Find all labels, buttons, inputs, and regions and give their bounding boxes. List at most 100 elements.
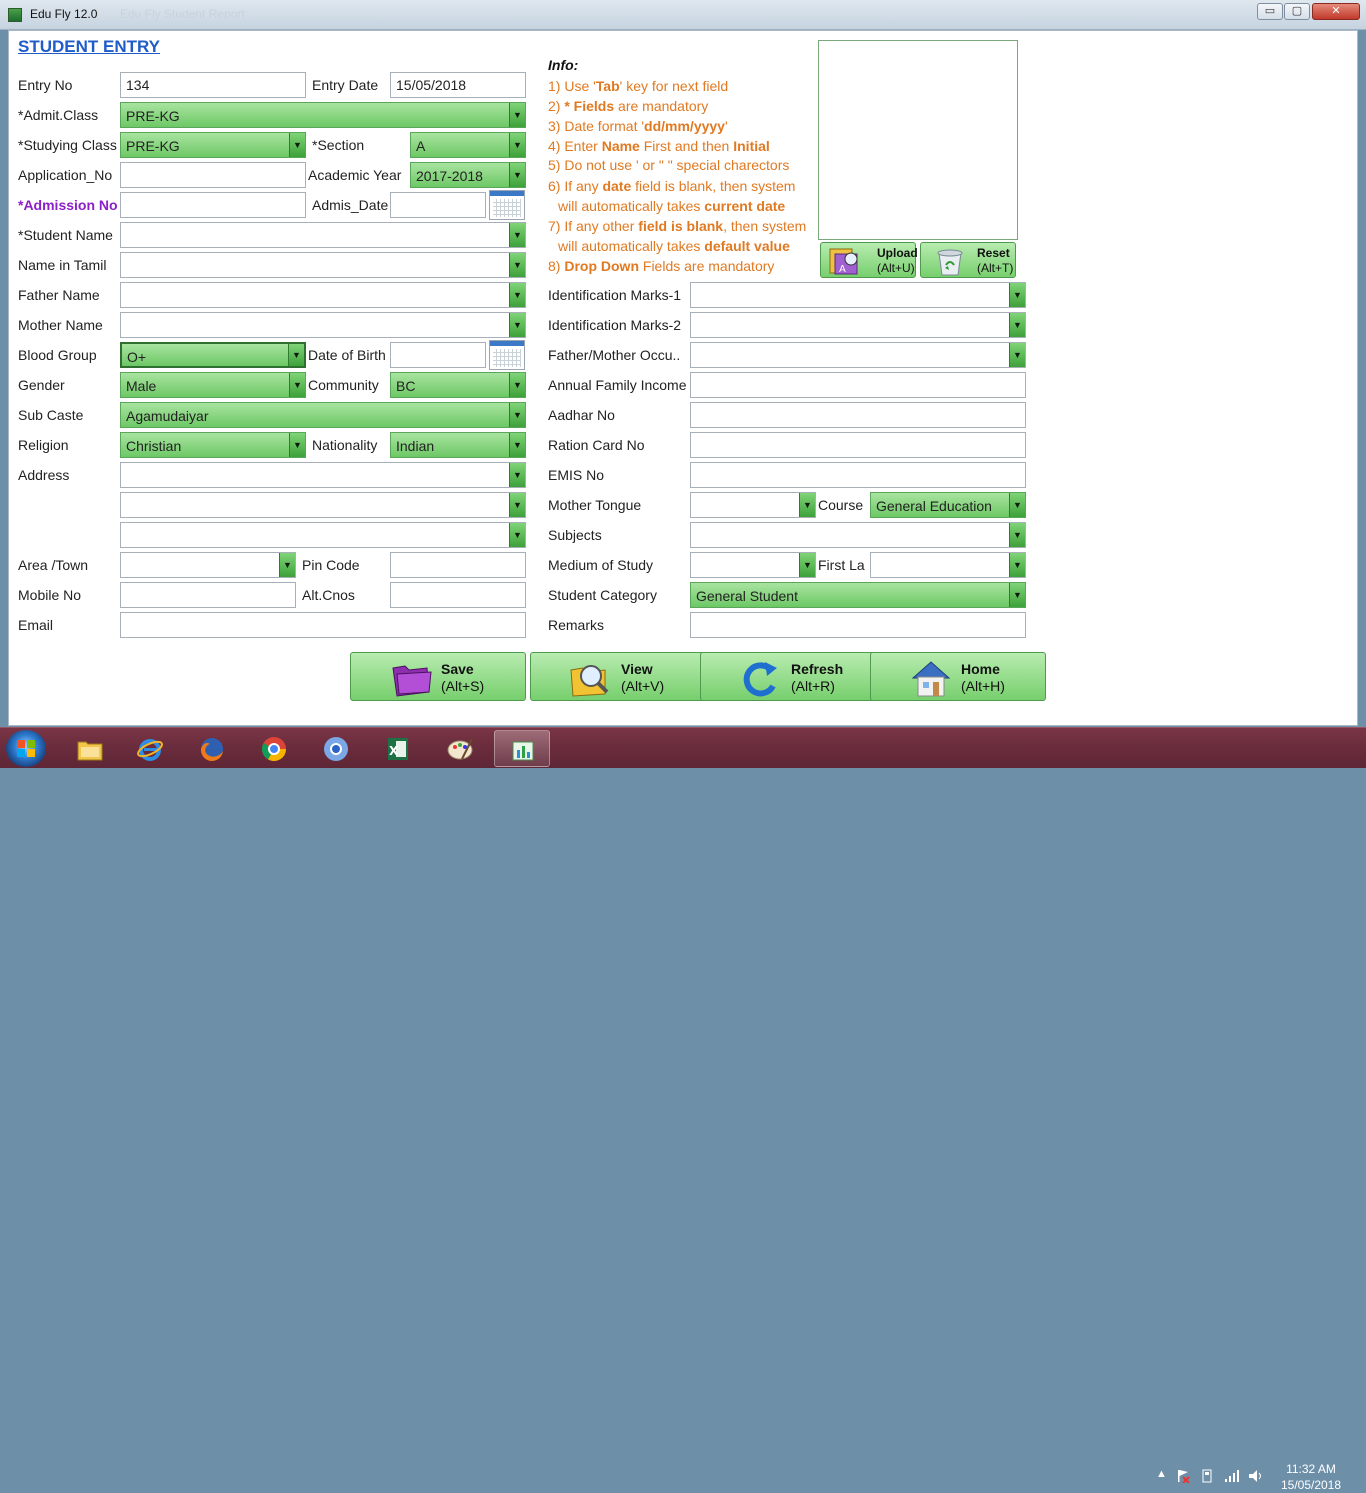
religion-dropdown[interactable]: Christian ▼ (120, 432, 306, 458)
blood-group-dropdown[interactable]: O+ ▼ (120, 342, 306, 368)
chevron-down-icon[interactable]: ▼ (1009, 583, 1025, 607)
chevron-down-icon[interactable]: ▼ (509, 103, 525, 127)
taskbar-firefox[interactable] (184, 730, 240, 767)
taskbar-chromium[interactable] (308, 730, 364, 767)
maximize-button[interactable]: ▢ (1284, 3, 1310, 20)
academic-year-dropdown[interactable]: 2017-2018 ▼ (410, 162, 526, 188)
student-name-combo[interactable]: ▼ (120, 222, 526, 248)
reset-button[interactable]: Reset (Alt+T) (920, 242, 1016, 278)
save-button[interactable]: Save (Alt+S) (350, 652, 526, 701)
address-line3-combo[interactable]: ▼ (120, 522, 526, 548)
chevron-down-icon[interactable]: ▼ (289, 133, 305, 157)
identification-marks-2-combo[interactable]: ▼ (690, 312, 1026, 338)
chevron-down-icon[interactable]: ▼ (509, 283, 525, 307)
studying-class-value: PRE-KG (126, 138, 180, 154)
email-field[interactable] (120, 612, 526, 638)
taskbar-internet-explorer[interactable] (122, 730, 178, 767)
usb-device-icon[interactable] (1200, 1469, 1214, 1483)
mobile-no-field[interactable] (120, 582, 296, 608)
chevron-down-icon[interactable]: ▼ (289, 433, 305, 457)
address-line2-combo[interactable]: ▼ (120, 492, 526, 518)
mother-tongue-combo[interactable]: ▼ (690, 492, 816, 518)
taskbar-chrome[interactable] (246, 730, 302, 767)
community-label: Community (308, 377, 379, 393)
entry-no-field[interactable]: 134 (120, 72, 306, 98)
chevron-down-icon[interactable]: ▼ (509, 313, 525, 337)
entry-date-field[interactable]: 15/05/2018 (390, 72, 526, 98)
chevron-down-icon[interactable]: ▼ (509, 223, 525, 247)
chevron-down-icon[interactable]: ▼ (799, 493, 815, 517)
studying-class-label: *Studying Class (18, 137, 117, 153)
admis-date-field[interactable] (390, 192, 486, 218)
course-dropdown[interactable]: General Education ▼ (870, 492, 1026, 518)
refresh-button[interactable]: Refresh (Alt+R) (700, 652, 876, 701)
chevron-down-icon[interactable]: ▼ (509, 433, 525, 457)
aadhar-no-field[interactable] (690, 402, 1026, 428)
alt-cnos-field[interactable] (390, 582, 526, 608)
taskbar-paint[interactable] (432, 730, 488, 767)
close-button[interactable]: ✕ (1312, 3, 1360, 20)
date-of-birth-field[interactable] (390, 342, 486, 368)
blood-group-value: O+ (127, 349, 147, 365)
taskbar-edu-fly[interactable] (494, 730, 550, 767)
action-center-flag-icon[interactable] (1176, 1469, 1190, 1483)
chevron-down-icon[interactable]: ▼ (1009, 553, 1025, 577)
community-dropdown[interactable]: BC ▼ (390, 372, 526, 398)
chevron-down-icon[interactable]: ▼ (509, 133, 525, 157)
chevron-down-icon[interactable]: ▼ (509, 463, 525, 487)
subjects-combo[interactable]: ▼ (690, 522, 1026, 548)
father-name-combo[interactable]: ▼ (120, 282, 526, 308)
taskbar-file-explorer[interactable] (62, 730, 118, 767)
identification-marks-1-combo[interactable]: ▼ (690, 282, 1026, 308)
network-signal-icon[interactable] (1224, 1469, 1240, 1483)
admit-class-dropdown[interactable]: PRE-KG ▼ (120, 102, 526, 128)
remarks-field[interactable] (690, 612, 1026, 638)
chevron-down-icon[interactable]: ▼ (509, 523, 525, 547)
chevron-down-icon[interactable]: ▼ (1009, 283, 1025, 307)
system-clock[interactable]: 11:32 AM 15/05/2018 (1276, 1461, 1346, 1493)
father-mother-occupation-combo[interactable]: ▼ (690, 342, 1026, 368)
admission-no-field[interactable] (120, 192, 306, 218)
chevron-down-icon[interactable]: ▼ (509, 373, 525, 397)
annual-family-income-field[interactable] (690, 372, 1026, 398)
taskbar-excel[interactable]: X (370, 730, 426, 767)
student-category-dropdown[interactable]: General Student ▼ (690, 582, 1026, 608)
calendar-icon[interactable] (489, 340, 525, 370)
nationality-dropdown[interactable]: Indian ▼ (390, 432, 526, 458)
chevron-down-icon[interactable]: ▼ (1009, 313, 1025, 337)
chevron-down-icon[interactable]: ▼ (509, 403, 525, 427)
section-dropdown[interactable]: A ▼ (410, 132, 526, 158)
gender-dropdown[interactable]: Male ▼ (120, 372, 306, 398)
chevron-down-icon[interactable]: ▼ (288, 344, 304, 366)
chevron-down-icon[interactable]: ▼ (799, 553, 815, 577)
studying-class-dropdown[interactable]: PRE-KG ▼ (120, 132, 306, 158)
show-hidden-icons[interactable]: ▲ (1156, 1468, 1167, 1480)
view-button[interactable]: View (Alt+V) (530, 652, 706, 701)
application-no-field[interactable] (120, 162, 306, 188)
chevron-down-icon[interactable]: ▼ (509, 253, 525, 277)
minimize-button[interactable]: ▭ (1257, 3, 1283, 20)
chevron-down-icon[interactable]: ▼ (1009, 343, 1025, 367)
upload-button[interactable]: A Upload (Alt+U) (820, 242, 918, 278)
start-button[interactable] (6, 730, 46, 767)
pin-code-field[interactable] (390, 552, 526, 578)
volume-icon[interactable] (1248, 1469, 1264, 1483)
chevron-down-icon[interactable]: ▼ (279, 553, 295, 577)
medium-of-study-combo[interactable]: ▼ (690, 552, 816, 578)
mother-name-combo[interactable]: ▼ (120, 312, 526, 338)
address-line1-combo[interactable]: ▼ (120, 462, 526, 488)
chevron-down-icon[interactable]: ▼ (509, 493, 525, 517)
emis-no-field[interactable] (690, 462, 1026, 488)
chevron-down-icon[interactable]: ▼ (509, 163, 525, 187)
home-button[interactable]: Home (Alt+H) (870, 652, 1046, 701)
chevron-down-icon[interactable]: ▼ (1009, 493, 1025, 517)
name-in-tamil-combo[interactable]: ▼ (120, 252, 526, 278)
clock-date: 15/05/2018 (1280, 1478, 1342, 1492)
chevron-down-icon[interactable]: ▼ (1009, 523, 1025, 547)
chevron-down-icon[interactable]: ▼ (289, 373, 305, 397)
area-town-combo[interactable]: ▼ (120, 552, 296, 578)
calendar-icon[interactable] (489, 190, 525, 220)
sub-caste-dropdown[interactable]: Agamudaiyar ▼ (120, 402, 526, 428)
first-language-combo[interactable]: ▼ (870, 552, 1026, 578)
ration-card-no-field[interactable] (690, 432, 1026, 458)
